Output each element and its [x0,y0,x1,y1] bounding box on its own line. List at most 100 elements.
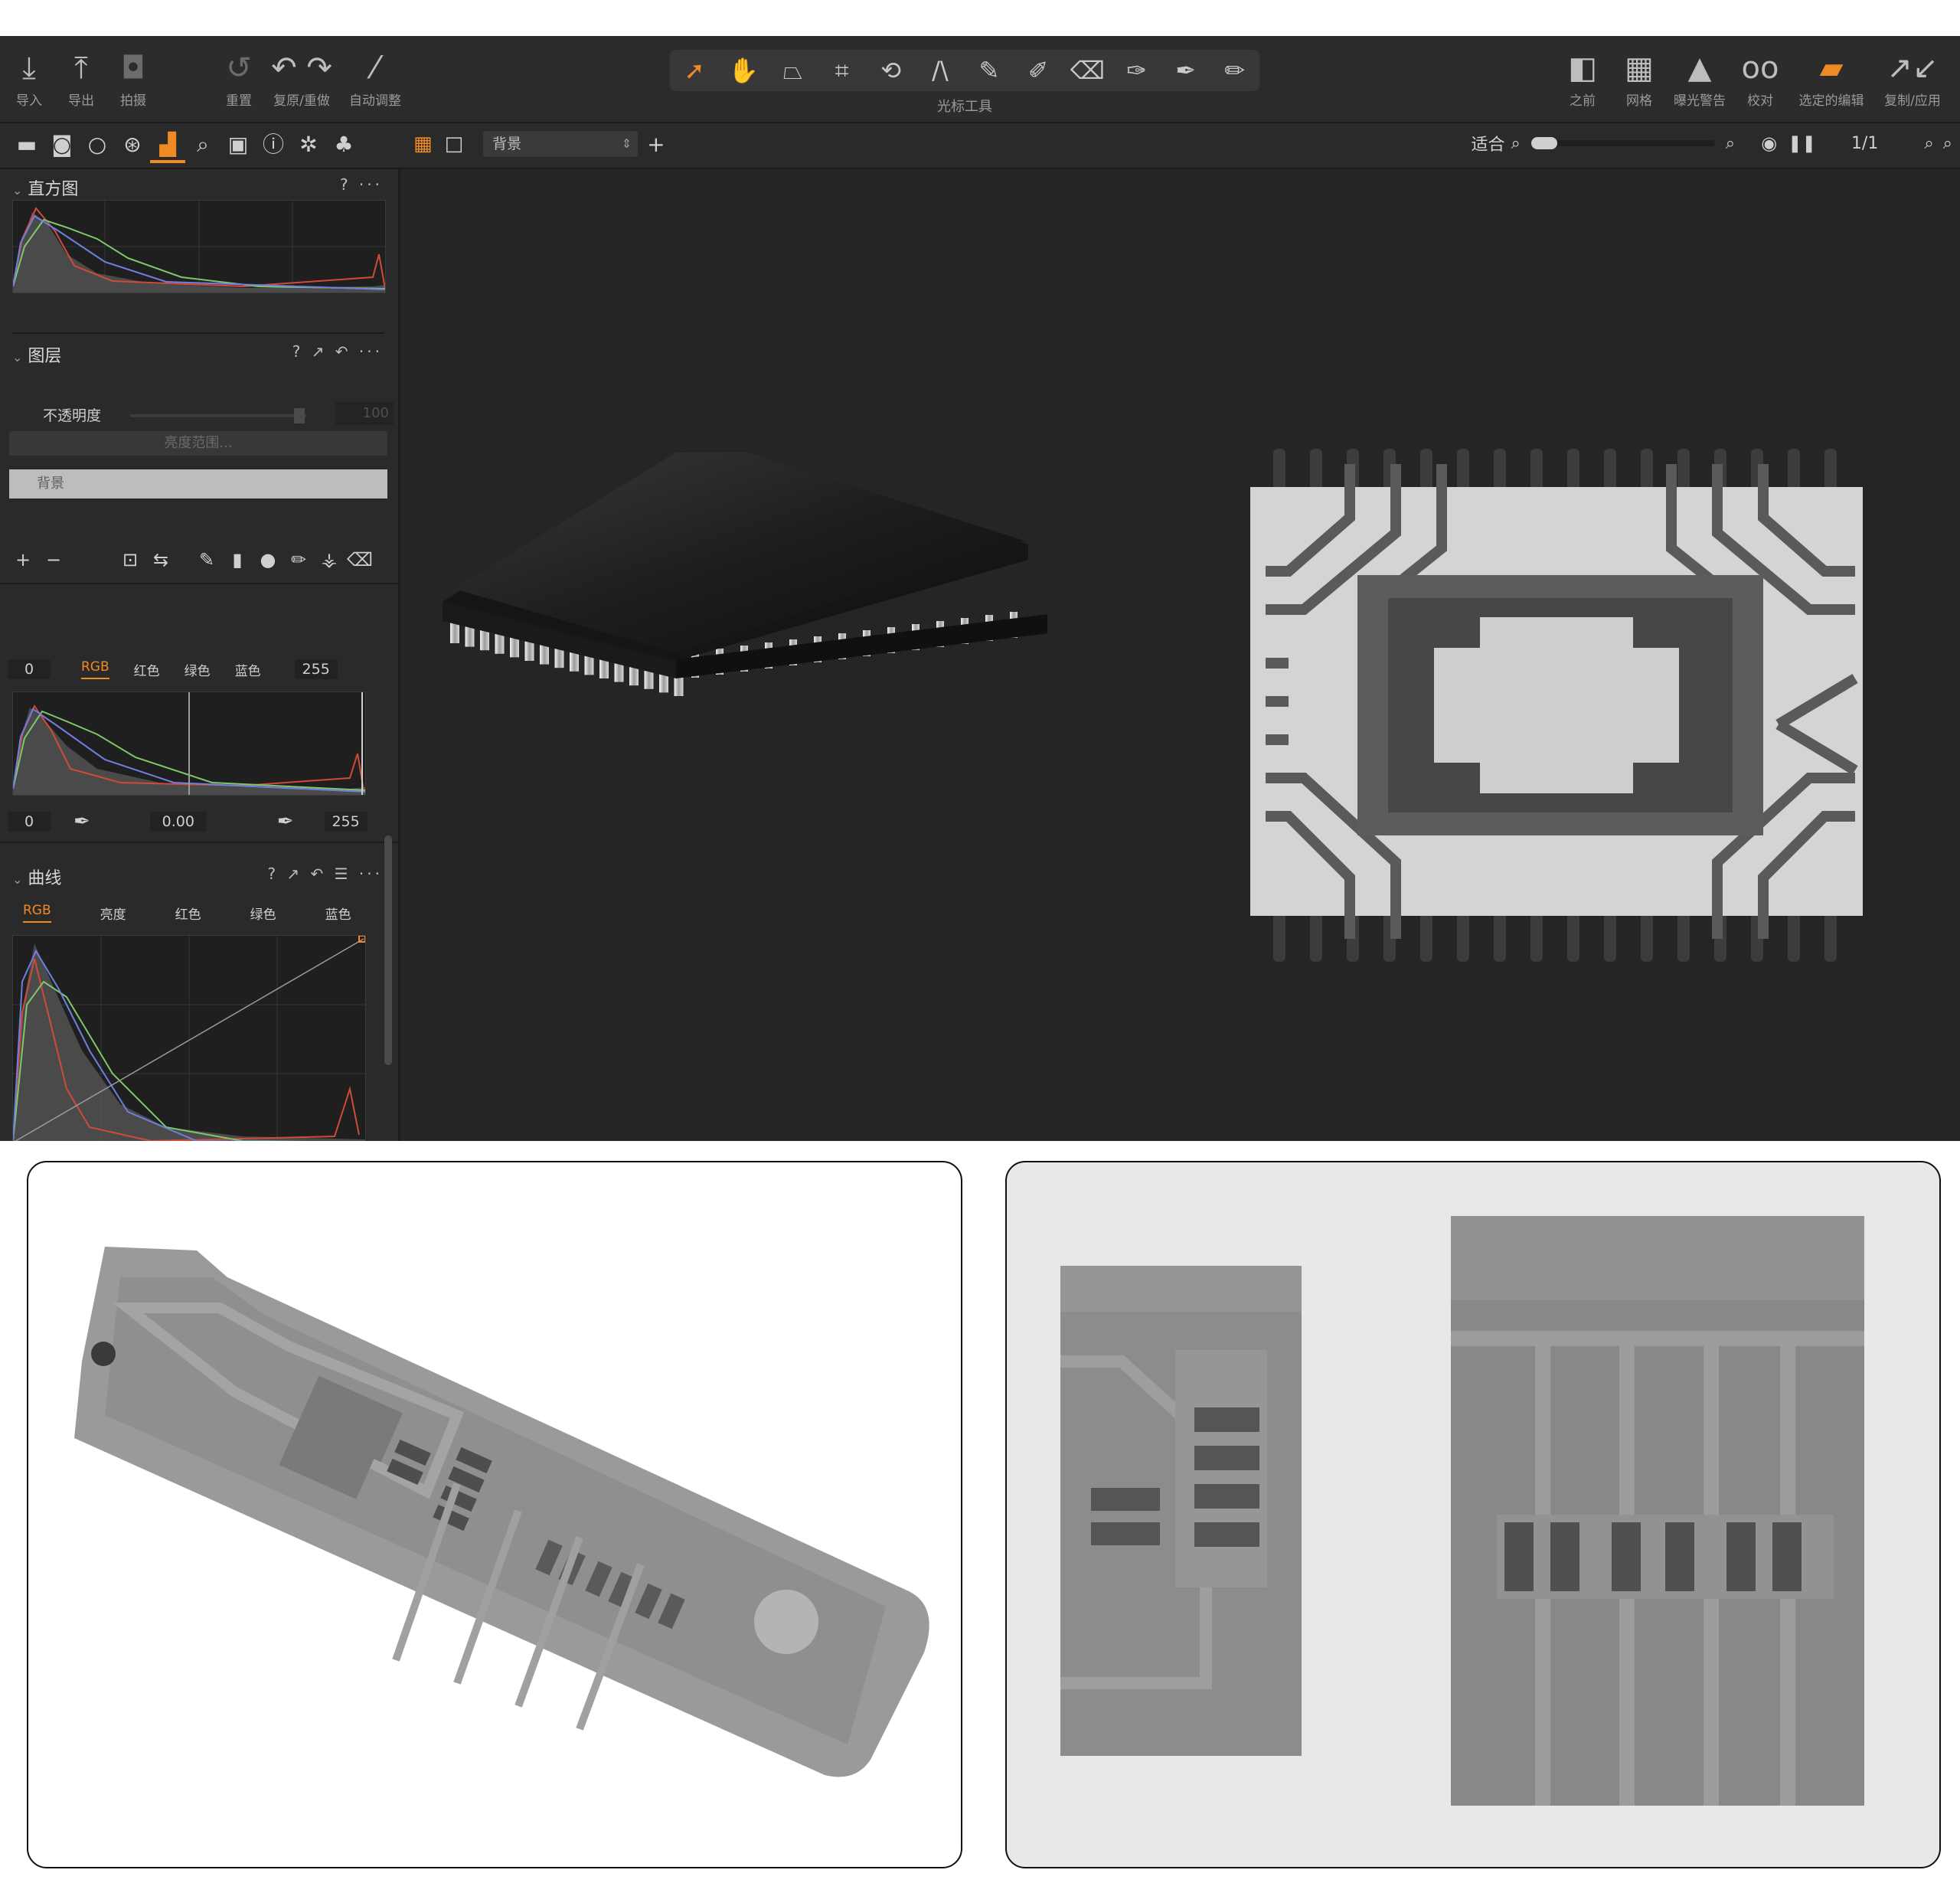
copy-apply-button[interactable]: ↗↙ 复制/应用 [1874,50,1951,109]
section-divider [12,332,384,334]
erase-mask-icon[interactable]: ⌫ [345,549,375,570]
before-after-button[interactable]: ◧ 之前 [1554,50,1611,109]
add-icon[interactable]: + [8,549,38,570]
exposure-warning-button[interactable]: ▲ 曝光警告 [1668,50,1732,109]
xray-lead [1677,908,1690,962]
swap-icon[interactable]: ⇆ [145,549,176,570]
library-tab-icon[interactable]: ▬ [9,129,44,163]
curves-header[interactable]: ⌄ 曲线 ? ↗ ↶ ☰ ··· [0,858,398,892]
levels-channel-green[interactable]: 绿色 [185,660,211,679]
pause-icon[interactable]: ❚❚ [1788,134,1816,153]
levels-channel-red[interactable]: 红色 [134,660,160,679]
mask-visibility-icon[interactable]: ⊡ [115,549,145,570]
layer-item-background[interactable]: 背景 [9,469,387,499]
capture-button[interactable]: ◘ 拍摄 [107,50,159,109]
auto-adjust-button[interactable]: ⁄ 自动调整 [338,50,412,109]
eraser-tool-icon[interactable]: ⌫ [1067,56,1108,85]
single-view-icon[interactable]: □ [445,132,464,155]
select-arrows-icon: ⇕ [621,136,632,151]
luminance-range-button[interactable]: 亮度范围... [9,431,387,456]
main-toolbar: ⤓ 导入 ⤒ 导出 ◘ 拍摄 ↺ 重置 ↶ ↷ 复原/重做 ⁄ 自动调整 ➚ ✋… [0,36,1960,123]
search-icon[interactable]: ⌕ [1924,134,1933,153]
lens-tab-icon[interactable]: ○ [80,129,115,163]
curves-channel-green[interactable]: 绿色 [250,904,276,923]
zoom-slider-knob[interactable] [1530,137,1557,149]
pointer-tool-icon[interactable]: ➚ [674,56,715,85]
zoom-fit-label[interactable]: 适合 [1471,131,1504,155]
xray-lead [1788,908,1800,962]
eye-icon[interactable]: ◉ [1761,132,1777,154]
camera-icon: ◘ [121,51,145,86]
levels-output-low[interactable]: 0 [8,812,51,832]
layer-select[interactable]: 背景 ⇕ [483,131,639,157]
perspective-tool-icon[interactable]: ⏢ [772,56,813,86]
heal-tool-icon[interactable]: ✑ [1116,56,1157,85]
layers-header[interactable]: ⌄ 图层 ? ↗ ↶ ··· [0,336,398,370]
levels-midtone[interactable]: 0.00 [149,812,207,832]
xray-detail-image[interactable] [1007,1162,1941,1868]
undo-redo-button[interactable]: ↶ ↷ 复原/重做 [265,50,338,109]
levels-output-high[interactable]: 255 [324,812,368,832]
styles-tab-icon[interactable]: ♣ [326,129,361,163]
reset-button[interactable]: ↺ 重置 [213,50,265,109]
radial-mask-icon[interactable]: ● [253,549,283,570]
capture-tab-icon[interactable]: ◙ [44,129,80,163]
remove-icon[interactable]: − [38,549,69,570]
opacity-slider[interactable] [130,408,306,423]
opacity-value[interactable]: 100 [335,402,394,425]
page-counter: 1/1 [1851,133,1879,153]
keystone-tool-icon[interactable]: /\ [920,56,961,85]
zoom-in-icon[interactable]: ⌕ [1726,134,1735,153]
levels-input-low[interactable]: 0 [8,659,51,679]
magnify-icon[interactable]: ⌕ [1943,134,1952,153]
opacity-slider-knob[interactable] [294,408,305,423]
exposure-tab-icon[interactable]: ▟ [150,129,185,163]
grid-icon: ▦ [1625,51,1654,86]
histogram-header[interactable]: ⌄ 直方图 ? ··· [0,169,398,203]
levels-input-high[interactable]: 255 [294,659,338,679]
multi-view-icon[interactable]: ▦ [413,132,433,155]
metadata-tab-icon[interactable]: ⓘ [256,129,291,163]
selected-edits-button[interactable]: ▰ 选定的编辑 [1788,50,1874,109]
output-tab-icon[interactable]: ▣ [220,129,256,163]
draw-mask-icon[interactable]: ✎ [191,549,222,570]
xray-chip-image[interactable] [1243,449,1870,969]
levels-channel-blue[interactable]: 蓝色 [235,660,261,679]
fill-mask-icon[interactable]: ⚶ [314,549,345,570]
magic-brush-icon[interactable]: ✏ [283,549,314,570]
color-tab-icon[interactable]: ⊛ [115,129,150,163]
settings-tab-icon[interactable]: ✲ [291,129,326,163]
panel-scrollbar[interactable] [384,835,392,1065]
white-eyedropper-icon[interactable]: ✒ [277,810,294,833]
details-tab-icon[interactable]: ⌕ [185,129,220,163]
annotate-tool-icon[interactable]: ✏ [1214,56,1256,85]
brush-tool-icon[interactable]: ✐ [1018,56,1059,85]
add-layer-icon[interactable]: + [647,132,665,157]
curves-channel-rgb[interactable]: RGB [23,903,51,923]
chip-photo[interactable] [443,453,1047,835]
grid-button[interactable]: ▦ 网格 [1611,50,1668,109]
tool-tab-bar: ▬ ◙ ○ ⊛ ▟ ⌕ ▣ ⓘ ✲ ♣ ▦ □ 背景 ⇕ + 适合 ⌕ ⌕ ◉ … [0,123,1960,169]
zoom-slider[interactable] [1530,137,1715,149]
xray-strip-image[interactable] [28,1162,962,1868]
pan-tool-icon[interactable]: ✋ [723,56,764,85]
curves-channel-blue[interactable]: 蓝色 [325,904,351,923]
tool-tabs: ▬ ◙ ○ ⊛ ▟ ⌕ ▣ ⓘ ✲ ♣ [9,129,361,163]
export-button[interactable]: ⤒ 导出 [55,50,107,109]
levels-histogram [12,691,366,796]
import-button[interactable]: ⤓ 导入 [3,50,55,109]
crop-tool-icon[interactable]: ⌗ [822,56,863,86]
clone-tool-icon[interactable]: ✒ [1165,56,1207,85]
curves-channel-red[interactable]: 红色 [175,904,201,923]
xray-lead [1641,908,1653,962]
image-viewer[interactable] [400,169,1960,1141]
proof-button[interactable]: oo 校对 [1732,50,1788,109]
levels-channel-rgb[interactable]: RGB [81,659,109,679]
picker-tool-icon[interactable]: ✎ [969,56,1010,85]
rotate-tool-icon[interactable]: ⟲ [871,56,912,85]
curves-channel-luma[interactable]: 亮度 [100,904,126,923]
curves-editor[interactable] [12,935,366,1141]
zoom-out-icon[interactable]: ⌕ [1511,134,1520,153]
black-eyedropper-icon[interactable]: ✒ [74,810,90,833]
gradient-mask-icon[interactable]: ▮ [222,549,253,570]
